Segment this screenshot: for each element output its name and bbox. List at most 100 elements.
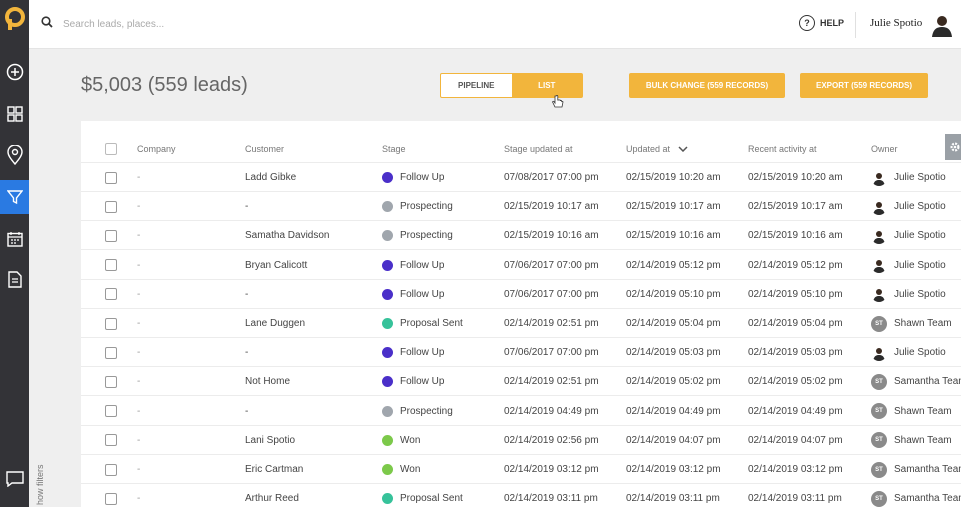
row-checkbox[interactable]	[105, 317, 117, 330]
customer-cell[interactable]: -	[245, 280, 248, 309]
search-input[interactable]	[63, 14, 323, 34]
recent-activity-cell: 02/15/2019 10:16 am	[748, 230, 843, 242]
owner-name: Julie Spotio	[894, 230, 946, 242]
table-row[interactable]: - Not Home Follow Up 02/14/2019 02:51 pm…	[81, 367, 961, 397]
table-row[interactable]: - - Prospecting 02/14/2019 04:49 pm 02/1…	[81, 397, 961, 426]
row-checkbox[interactable]	[105, 405, 117, 418]
table-row[interactable]: - - Follow Up 07/06/2017 07:00 pm 02/14/…	[81, 338, 961, 368]
updated-cell: 02/15/2019 10:17 am	[626, 201, 721, 213]
row-checkbox[interactable]	[105, 375, 117, 388]
row-checkbox[interactable]	[105, 288, 117, 301]
owner-photo-avatar	[871, 344, 887, 361]
export-button[interactable]: EXPORT (559 RECORDS)	[800, 73, 928, 98]
company-cell: -	[137, 376, 141, 388]
row-checkbox[interactable]	[105, 434, 117, 447]
row-checkbox[interactable]	[105, 229, 117, 242]
updated-cell: 02/14/2019 05:10 pm	[626, 288, 721, 300]
stage-label: Follow Up	[400, 376, 445, 388]
recent-activity-cell: 02/15/2019 10:17 am	[748, 201, 843, 213]
customer-cell[interactable]: Not Home	[245, 367, 290, 396]
stage-dot-icon	[382, 201, 393, 213]
calendar-icon[interactable]	[0, 222, 29, 256]
list-view-button[interactable]: LIST	[511, 74, 582, 97]
customer-cell[interactable]: Lane Duggen	[245, 309, 305, 338]
table-header: Company Customer Stage Stage updated at …	[81, 134, 961, 163]
col-owner[interactable]: Owner	[871, 134, 898, 163]
search-icon	[41, 16, 53, 28]
customer-cell[interactable]: Bryan Calicott	[245, 251, 307, 280]
user-avatar[interactable]	[929, 11, 955, 37]
user-name[interactable]: Julie Spotio	[870, 17, 922, 29]
col-stage-updated[interactable]: Stage updated at	[504, 134, 573, 163]
col-updated[interactable]: Updated at	[626, 134, 688, 163]
add-icon[interactable]	[0, 55, 29, 89]
row-checkbox[interactable]	[105, 346, 117, 359]
stage-updated-cell: 02/14/2019 03:11 pm	[504, 493, 598, 505]
show-filters-toggle[interactable]: how filters	[29, 440, 51, 507]
row-checkbox[interactable]	[105, 492, 117, 505]
table-row[interactable]: - Lane Duggen Proposal Sent 02/14/2019 0…	[81, 309, 961, 338]
pipeline-view-button[interactable]: PIPELINE	[441, 74, 512, 97]
select-all-checkbox[interactable]	[105, 142, 117, 155]
stage-cell: Prospecting	[382, 192, 453, 221]
row-checkbox[interactable]	[105, 463, 117, 476]
customer-cell[interactable]: Samatha Davidson	[245, 221, 330, 250]
stage-dot-icon	[382, 318, 393, 329]
recent-activity-cell: 02/14/2019 03:12 pm	[748, 464, 843, 475]
owner-cell: ST Samantha Tean	[871, 484, 961, 507]
company-cell: -	[137, 434, 141, 446]
document-icon[interactable]	[0, 262, 29, 296]
table-row[interactable]: - Samatha Davidson Prospecting 02/15/201…	[81, 221, 961, 251]
help-label: HELP	[820, 18, 845, 28]
company-cell: -	[137, 259, 141, 271]
owner-name: Samantha Tean	[894, 376, 961, 388]
table-row[interactable]: - Bryan Calicott Follow Up 07/06/2017 07…	[81, 251, 961, 280]
sort-chevron-down-icon	[678, 145, 688, 152]
map-pin-icon[interactable]	[0, 138, 29, 172]
col-stage[interactable]: Stage	[382, 134, 406, 163]
stage-dot-icon	[382, 347, 393, 359]
stage-cell: Proposal Sent	[382, 484, 463, 507]
customer-cell[interactable]: -	[245, 397, 248, 426]
owner-name: Julie Spotio	[894, 201, 946, 213]
customer-cell[interactable]: Arthur Reed	[245, 484, 299, 507]
help-button[interactable]: ? HELP	[799, 15, 844, 31]
stage-label: Prospecting	[400, 405, 453, 417]
col-customer[interactable]: Customer	[245, 134, 284, 163]
col-recent-activity[interactable]: Recent activity at	[748, 134, 817, 163]
chat-icon[interactable]	[0, 462, 29, 496]
customer-cell[interactable]: Lani Spotio	[245, 426, 295, 455]
stage-label: Proposal Sent	[400, 318, 463, 329]
updated-cell: 02/14/2019 04:07 pm	[626, 434, 721, 446]
logo-icon	[4, 7, 25, 30]
table-row[interactable]: - Lani Spotio Won 02/14/2019 02:56 pm 02…	[81, 426, 961, 455]
table-row[interactable]: - Eric Cartman Won 02/14/2019 03:12 pm 0…	[81, 455, 961, 484]
company-cell: -	[137, 230, 141, 242]
customer-cell[interactable]: Eric Cartman	[245, 455, 303, 484]
owner-cell: Julie Spotio	[871, 338, 946, 367]
row-checkbox[interactable]	[105, 200, 117, 213]
filter-icon[interactable]	[0, 180, 29, 214]
table-row[interactable]: - - Prospecting 02/15/2019 10:17 am 02/1…	[81, 192, 961, 222]
company-cell: -	[137, 493, 141, 505]
customer-cell[interactable]: Ladd Gibke	[245, 163, 296, 192]
app-logo[interactable]	[0, 0, 29, 38]
owner-cell: ST Shawn Team	[871, 397, 952, 426]
grid-icon[interactable]	[0, 97, 29, 131]
owner-photo-avatar	[871, 227, 887, 244]
row-checkbox[interactable]	[105, 259, 117, 272]
customer-cell[interactable]: -	[245, 338, 248, 367]
row-checkbox[interactable]	[105, 171, 117, 184]
owner-name: Julie Spotio	[894, 288, 946, 300]
table-row[interactable]: - - Follow Up 07/06/2017 07:00 pm 02/14/…	[81, 280, 961, 309]
recent-activity-cell: 02/14/2019 05:04 pm	[748, 318, 843, 329]
customer-cell[interactable]: -	[245, 192, 248, 221]
table-row[interactable]: - Arthur Reed Proposal Sent 02/14/2019 0…	[81, 484, 961, 507]
stage-cell: Follow Up	[382, 251, 444, 280]
owner-name: Samantha Tean	[894, 493, 961, 505]
table-row[interactable]: - Ladd Gibke Follow Up 07/08/2017 07:00 …	[81, 163, 961, 192]
owner-cell: ST Samantha Tean	[871, 367, 961, 396]
col-company[interactable]: Company	[137, 134, 176, 163]
bulk-change-button[interactable]: BULK CHANGE (559 RECORDS)	[629, 73, 785, 98]
stage-updated-cell: 02/15/2019 10:17 am	[504, 201, 599, 213]
